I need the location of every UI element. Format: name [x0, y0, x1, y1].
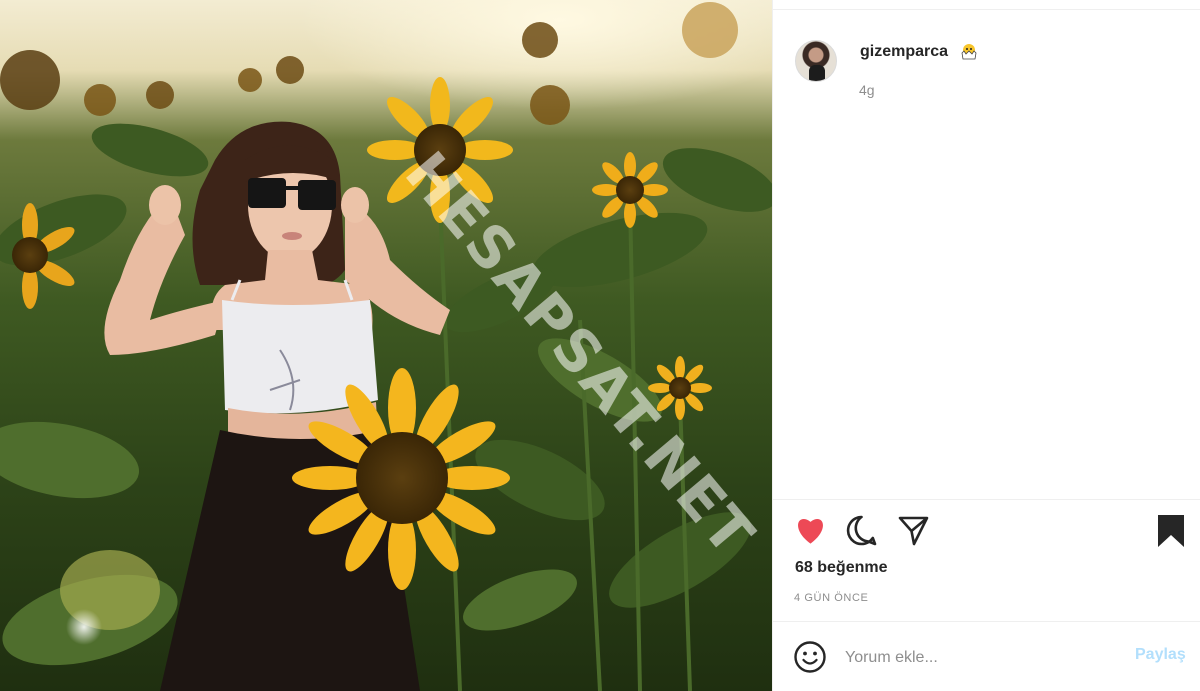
- hatching-chick-icon: [961, 44, 977, 60]
- comment-button[interactable]: [845, 514, 878, 547]
- comment-input[interactable]: [845, 645, 1115, 671]
- post-comment-button[interactable]: Paylaş: [1135, 646, 1186, 664]
- share-button[interactable]: [897, 514, 930, 547]
- avatar[interactable]: [795, 40, 837, 82]
- likes-count[interactable]: 68 beğenme: [795, 559, 887, 577]
- post-username[interactable]: gizemparca: [860, 43, 948, 61]
- paper-plane-icon: [898, 516, 929, 546]
- comment-divider: [773, 621, 1200, 622]
- post-timestamp: 4 GÜN ÖNCE: [794, 592, 869, 604]
- smiley-icon: [794, 641, 826, 673]
- panel-top-divider: [773, 9, 1200, 10]
- post-meta: 4g: [859, 82, 875, 98]
- sunflower-field-photo: [0, 2, 772, 691]
- post-sidebar: gizemparca 4g 68 beğenme 4 GÜN ÖNCE Yoru…: [772, 0, 1200, 691]
- bookmark-icon: [1158, 515, 1184, 547]
- post-photo[interactable]: HESAPSAT.NET: [0, 0, 772, 691]
- comment-icon: [846, 515, 877, 546]
- emoji-button[interactable]: [793, 640, 827, 674]
- actions-divider: [773, 499, 1200, 500]
- save-button[interactable]: [1157, 514, 1185, 548]
- like-button[interactable]: [794, 515, 827, 545]
- heart-icon: [798, 518, 823, 544]
